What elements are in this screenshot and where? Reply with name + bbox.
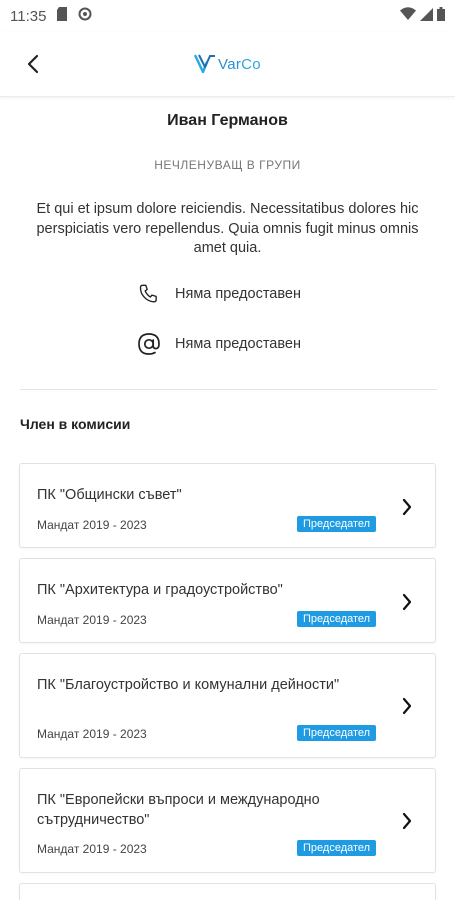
phone-icon xyxy=(135,280,163,308)
chevron-right-icon xyxy=(399,497,415,517)
committee-card-partial[interactable] xyxy=(19,883,436,900)
committee-term: Мандат 2019 - 2023 xyxy=(37,842,147,856)
committee-term: Мандат 2019 - 2023 xyxy=(37,727,147,741)
committee-title: ПК "Европейски въпроси и международно съ… xyxy=(37,792,320,828)
logo-mark-icon xyxy=(194,54,216,74)
committee-title: ПК "Архитектура и градоустройство" xyxy=(37,582,283,598)
role-badge: Председател xyxy=(297,516,377,532)
app-bar: VarCo xyxy=(0,32,455,97)
committee-card[interactable]: ПК "Общински съвет" Мандат 2019 - 2023 П… xyxy=(19,463,436,548)
phone-row[interactable]: Няма предоставен xyxy=(135,279,301,309)
section-title: Член в комисии xyxy=(20,416,131,432)
battery-icon xyxy=(437,7,445,25)
sd-card-icon xyxy=(56,7,68,25)
back-button[interactable] xyxy=(20,50,46,78)
role-badge: Председател xyxy=(297,840,377,856)
logo-text: VarCo xyxy=(218,55,261,73)
chevron-right-icon xyxy=(399,811,415,831)
wifi-icon xyxy=(400,7,416,25)
at-sign-icon xyxy=(135,330,163,358)
role-badge: Председател xyxy=(297,611,377,627)
phone-value: Няма предоставен xyxy=(175,286,301,302)
committee-card[interactable]: ПК "Благоустройство и комунални дейности… xyxy=(19,653,436,758)
role-badge: Председател xyxy=(297,725,377,741)
profile-name: Иван Германов xyxy=(167,112,288,129)
chevron-right-icon xyxy=(399,696,415,716)
profile-bio: Et qui et ipsum dolore reiciendis. Neces… xyxy=(36,201,419,256)
chevron-left-icon xyxy=(27,54,39,74)
sync-icon xyxy=(78,7,92,25)
membership-status: НЕЧЛЕНУВАЩ В ГРУПИ xyxy=(154,158,301,172)
email-row[interactable]: Няма предоставен xyxy=(135,329,301,359)
committee-term: Мандат 2019 - 2023 xyxy=(37,518,147,532)
divider xyxy=(20,389,437,390)
committee-title: ПК "Общински съвет" xyxy=(37,487,182,503)
signal-icon xyxy=(420,7,433,25)
status-bar: 11:35 xyxy=(0,0,455,32)
committee-term: Мандат 2019 - 2023 xyxy=(37,613,147,627)
status-time: 11:35 xyxy=(10,7,47,25)
committee-title: ПК "Благоустройство и комунални дейности… xyxy=(37,677,340,693)
committee-card[interactable]: ПК "Европейски въпроси и международно съ… xyxy=(19,768,436,873)
committee-card[interactable]: ПК "Архитектура и градоустройство" Манда… xyxy=(19,558,436,643)
email-value: Няма предоставен xyxy=(175,336,301,352)
chevron-right-icon xyxy=(399,592,415,612)
app-logo: VarCo xyxy=(194,54,261,74)
